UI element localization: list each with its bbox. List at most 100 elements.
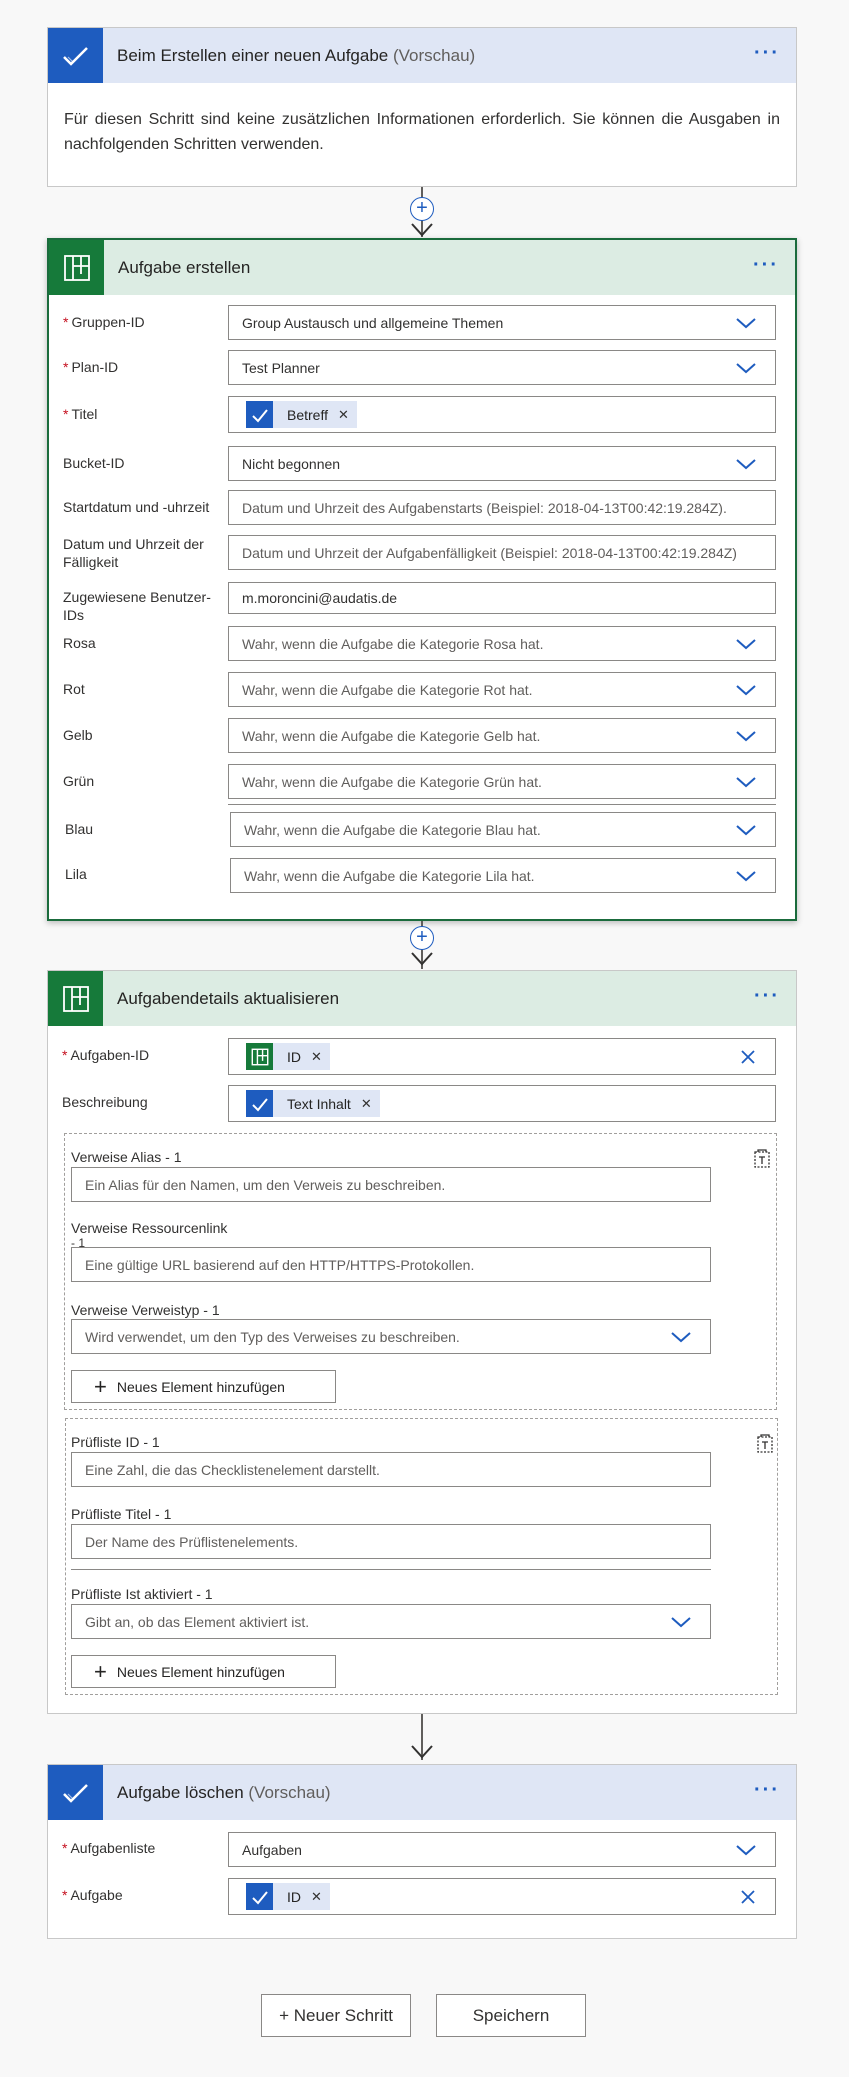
token-label: ID (287, 1048, 301, 1065)
dynamic-token-text-inhalt[interactable]: Text Inhalt ✕ (246, 1090, 380, 1117)
references-group: Verweise Alias - 1 Ein Alias für den Nam… (64, 1133, 777, 1410)
chevron-down-icon (736, 777, 756, 788)
checklist-title-input[interactable]: Der Name des Prüflistenelements. (71, 1524, 711, 1559)
add-reference-button[interactable]: + Neues Element hinzufügen (71, 1370, 336, 1403)
ref-alias-input[interactable]: Ein Alias für den Namen, um den Verweis … (71, 1167, 711, 1202)
more-options-icon[interactable]: ··· (754, 43, 780, 63)
due-date-input[interactable]: Datum und Uhrzeit der Aufgabenfälligkeit… (228, 535, 776, 570)
group-id-dropdown[interactable]: Group Austausch und allgemeine Themen (228, 305, 776, 340)
due-date-label: Datum und Uhrzeit der Fälligkeit (63, 536, 204, 570)
dynamic-token-id[interactable]: ID ✕ (246, 1883, 330, 1910)
token-label: Text Inhalt (287, 1095, 351, 1112)
gruen-label: Grün (63, 773, 95, 789)
rot-placeholder: Wahr, wenn die Aufgabe die Kategorie Rot… (242, 681, 533, 698)
token-remove-icon[interactable]: ✕ (361, 1096, 372, 1112)
plan-id-value: Test Planner (242, 359, 320, 376)
todo-check-icon (48, 1765, 103, 1820)
new-step-button[interactable]: + Neuer Schritt (261, 1994, 411, 2037)
add-button-label: Neues Element hinzufügen (116, 1663, 285, 1680)
planner-icon (49, 240, 104, 295)
lila-label: Lila (65, 866, 87, 882)
arrow-down-icon (411, 952, 433, 966)
save-button[interactable]: Speichern (436, 1994, 586, 2037)
bucket-id-value: Nicht begonnen (242, 455, 341, 472)
more-options-icon[interactable]: ··· (754, 1780, 780, 1800)
assigned-users-input[interactable]: m.moroncini@audatis.de (228, 582, 776, 614)
token-remove-icon[interactable]: ✕ (311, 1049, 322, 1065)
more-options-icon[interactable]: ··· (753, 255, 779, 275)
ref-alias-label: Verweise Alias - 1 (71, 1149, 182, 1165)
ref-type-dropdown[interactable]: Wird verwendet, um den Typ des Verweises… (71, 1319, 711, 1354)
trigger-title: Beim Erstellen einer neuen Aufgabe (117, 45, 389, 65)
rot-dropdown[interactable]: Wahr, wenn die Aufgabe die Kategorie Rot… (228, 672, 776, 707)
todo-check-icon (246, 1883, 273, 1910)
trigger-header[interactable]: Beim Erstellen einer neuen Aufgabe (Vors… (48, 28, 796, 83)
group-id-label: Gruppen-ID (71, 314, 145, 330)
gelb-dropdown[interactable]: Wahr, wenn die Aufgabe die Kategorie Gel… (228, 718, 776, 753)
more-options-icon[interactable]: ··· (754, 986, 780, 1006)
delete-task-header[interactable]: Aufgabe löschen (Vorschau) ··· (48, 1765, 796, 1820)
task-list-value: Aufgaben (242, 1841, 302, 1858)
clear-icon[interactable] (739, 1048, 757, 1066)
arrow-down-icon (411, 1745, 433, 1759)
checklist-title-label: Prüfliste Titel - 1 (71, 1506, 172, 1522)
chevron-down-icon (671, 1332, 691, 1343)
ref-type-placeholder: Wird verwendet, um den Typ des Verweises… (85, 1328, 460, 1345)
checklist-active-placeholder: Gibt an, ob das Element aktiviert ist. (85, 1613, 310, 1630)
ref-link-input[interactable]: Eine gültige URL basierend auf den HTTP/… (71, 1247, 711, 1282)
task-field[interactable]: ID ✕ (228, 1878, 776, 1915)
trigger-title-preview: (Vorschau) (392, 45, 476, 65)
token-remove-icon[interactable]: ✕ (311, 1889, 322, 1905)
assigned-users-value: m.moroncini@audatis.de (242, 590, 398, 606)
chevron-down-icon (736, 363, 756, 374)
title-label: Titel (71, 406, 98, 422)
chevron-down-icon (736, 825, 756, 836)
rosa-placeholder: Wahr, wenn die Aufgabe die Kategorie Ros… (242, 635, 544, 652)
ref-alias-placeholder: Ein Alias für den Namen, um den Verweis … (85, 1176, 446, 1193)
rosa-dropdown[interactable]: Wahr, wenn die Aufgabe die Kategorie Ros… (228, 626, 776, 661)
chevron-down-icon (736, 871, 756, 882)
insert-step-icon[interactable]: + (410, 926, 434, 950)
todo-check-icon (246, 1090, 273, 1117)
title-field[interactable]: Betreff ✕ (228, 396, 776, 433)
task-list-dropdown[interactable]: Aufgaben (228, 1832, 776, 1867)
task-label: Aufgabe (70, 1887, 123, 1903)
update-task-card: Aufgabendetails aktualisieren ··· * Aufga… (47, 970, 797, 1714)
dynamic-token-betreff[interactable]: Betreff ✕ (246, 401, 357, 428)
planner-icon (246, 1043, 273, 1070)
rosa-label: Rosa (63, 635, 96, 651)
task-list-label: Aufgabenliste (70, 1840, 156, 1856)
assigned-users-label: Zugewiesene Benutzer-IDs (63, 589, 211, 623)
insert-step-icon[interactable]: + (410, 197, 434, 221)
update-task-header[interactable]: Aufgabendetails aktualisieren ··· (48, 971, 796, 1026)
checklist-group: Prüfliste ID - 1 Eine Zahl, die das Chec… (65, 1418, 778, 1695)
chevron-down-icon (736, 685, 756, 696)
dynamic-token-id[interactable]: ID ✕ (246, 1043, 330, 1070)
plan-id-dropdown[interactable]: Test Planner (228, 350, 776, 385)
new-step-label: + Neuer Schritt (279, 2005, 393, 2025)
chevron-down-icon (736, 731, 756, 742)
add-checklist-button[interactable]: + Neues Element hinzufügen (71, 1655, 336, 1688)
plus-icon: + (94, 1373, 107, 1399)
lila-dropdown[interactable]: Wahr, wenn die Aufgabe die Kategorie Lil… (230, 858, 776, 893)
checklist-active-label: Prüfliste Ist aktiviert - 1 (71, 1586, 213, 1602)
bucket-id-dropdown[interactable]: Nicht begonnen (228, 446, 776, 481)
description-field[interactable]: Text Inhalt ✕ (228, 1085, 776, 1122)
delete-item-icon[interactable] (752, 1148, 772, 1170)
start-date-label: Startdatum und -uhrzeit (63, 499, 210, 515)
checklist-id-input[interactable]: Eine Zahl, die das Checklistenelement da… (71, 1452, 711, 1487)
task-id-field[interactable]: ID ✕ (228, 1038, 776, 1075)
token-remove-icon[interactable]: ✕ (338, 407, 349, 423)
create-task-header[interactable]: Aufgabe erstellen ··· (49, 240, 795, 295)
ref-link-label: Verweise Ressourcenlink (71, 1220, 228, 1236)
chevron-down-icon (736, 639, 756, 650)
clear-icon[interactable] (739, 1888, 757, 1906)
add-button-label: Neues Element hinzufügen (116, 1378, 285, 1395)
delete-item-icon[interactable] (755, 1433, 775, 1455)
start-date-input[interactable]: Datum und Uhrzeit des Aufgabenstarts (Be… (228, 490, 776, 525)
blau-dropdown[interactable]: Wahr, wenn die Aufgabe die Kategorie Bla… (230, 812, 776, 847)
checklist-active-dropdown[interactable]: Gibt an, ob das Element aktiviert ist. (71, 1604, 711, 1639)
gruen-dropdown[interactable]: Wahr, wenn die Aufgabe die Kategorie Grü… (228, 764, 776, 799)
required-marker: * (63, 406, 69, 422)
chevron-down-icon (736, 1845, 756, 1856)
